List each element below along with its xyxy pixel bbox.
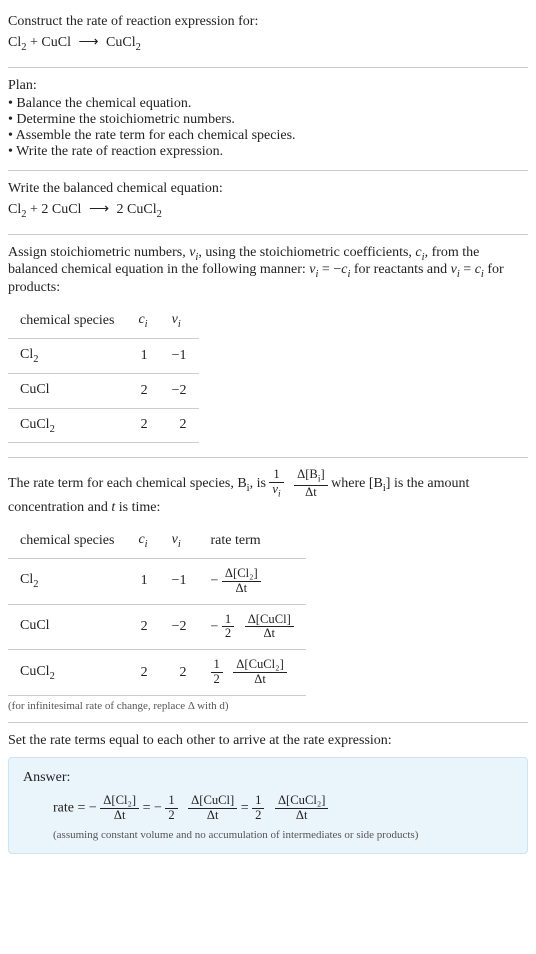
table-row: CuCl2 2 2 12 Δ[CuCl₂]Δt [8,650,306,696]
fraction-1-over-nu: 1 νi [269,468,283,500]
section-stoich: Assign stoichiometric numbers, νi, using… [8,235,528,459]
stoich-intro: Assign stoichiometric numbers, νi, using… [8,245,528,297]
section-plan: Plan: Balance the chemical equation. Det… [8,68,528,171]
table-header-row: chemical species ci νi rate term [8,524,306,558]
table-row: Cl2 1 −1 [8,338,199,373]
rate-intro: The rate term for each chemical species,… [8,468,528,516]
cell-ci: 2 [126,604,159,650]
cell-ci: 2 [126,408,159,443]
cell-ci: 2 [126,373,159,408]
answer-label: Answer: [23,770,513,786]
cell-rate: − 12 Δ[CuCl]Δt [199,604,306,650]
plan-item: Determine the stoichiometric numbers. [8,112,528,128]
species-cucl2: CuCl2 [106,35,141,50]
cell-nui: −1 [160,338,199,373]
intro-text: Construct the rate of reaction expressio… [8,14,528,30]
final-heading: Set the rate terms equal to each other t… [8,733,528,749]
section-rate-terms: The rate term for each chemical species,… [8,458,528,723]
rate-expression: rate = − Δ[Cl₂]Δt = − 12 Δ[CuCl]Δt = 12 … [53,794,513,823]
rate-note: (for infinitesimal rate of change, repla… [8,700,528,712]
col-species: chemical species [8,304,126,338]
col-species: chemical species [8,524,126,558]
cell-species: CuCl2 [8,408,126,443]
cell-ci: 1 [126,338,159,373]
table-row: Cl2 1 −1 − Δ[Cl₂]Δt [8,558,306,604]
plan-item: Write the rate of reaction expression. [8,144,528,160]
arrow-icon: ⟶ [89,201,109,218]
rate-table: chemical species ci νi rate term Cl2 1 −… [8,524,306,696]
cell-rate: − Δ[Cl₂]Δt [199,558,306,604]
cell-species: CuCl [8,373,126,408]
section-intro: Construct the rate of reaction expressio… [8,4,528,68]
col-rate: rate term [199,524,306,558]
table-header-row: chemical species ci νi [8,304,199,338]
cell-nui: −2 [160,373,199,408]
col-nui: νi [160,524,199,558]
plan-item: Balance the chemical equation. [8,96,528,112]
fraction-dbi-dt: Δ[Bi] Δt [294,468,328,500]
cell-species: Cl2 [8,558,126,604]
plan-item: Assemble the rate term for each chemical… [8,128,528,144]
answer-box: Answer: rate = − Δ[Cl₂]Δt = − 12 Δ[CuCl]… [8,757,528,854]
unbalanced-equation: Cl2 + CuCl ⟶ CuCl2 [8,34,528,53]
cell-nui: 2 [160,408,199,443]
species-cucl2: 2 CuCl2 [113,202,162,217]
cell-rate: 12 Δ[CuCl₂]Δt [199,650,306,696]
cell-nui: −1 [160,558,199,604]
table-row: CuCl 2 −2 [8,373,199,408]
balanced-equation: Cl2 + 2 CuCl ⟶ 2 CuCl2 [8,201,528,220]
stoich-table: chemical species ci νi Cl2 1 −1 CuCl 2 −… [8,304,199,443]
balanced-heading: Write the balanced chemical equation: [8,181,528,197]
table-row: CuCl2 2 2 [8,408,199,443]
col-ci: ci [126,304,159,338]
plan-heading: Plan: [8,78,528,94]
section-balanced: Write the balanced chemical equation: Cl… [8,171,528,235]
arrow-icon: ⟶ [78,34,98,51]
section-final: Set the rate terms equal to each other t… [8,723,528,864]
cell-nui: 2 [160,650,199,696]
cell-ci: 2 [126,650,159,696]
plus-cucl: + 2 CuCl [26,202,84,217]
col-nui: νi [160,304,199,338]
plus: + [26,35,41,50]
col-ci: ci [126,524,159,558]
species-cl2: Cl2 [8,202,26,217]
species-cl2: Cl2 [8,35,26,50]
answer-assumption: (assuming constant volume and no accumul… [53,829,513,841]
cell-species: CuCl [8,604,126,650]
cell-species: CuCl2 [8,650,126,696]
cell-ci: 1 [126,558,159,604]
plan-list: Balance the chemical equation. Determine… [8,96,528,160]
species-cucl: CuCl [41,35,71,50]
cell-species: Cl2 [8,338,126,373]
table-row: CuCl 2 −2 − 12 Δ[CuCl]Δt [8,604,306,650]
cell-nui: −2 [160,604,199,650]
